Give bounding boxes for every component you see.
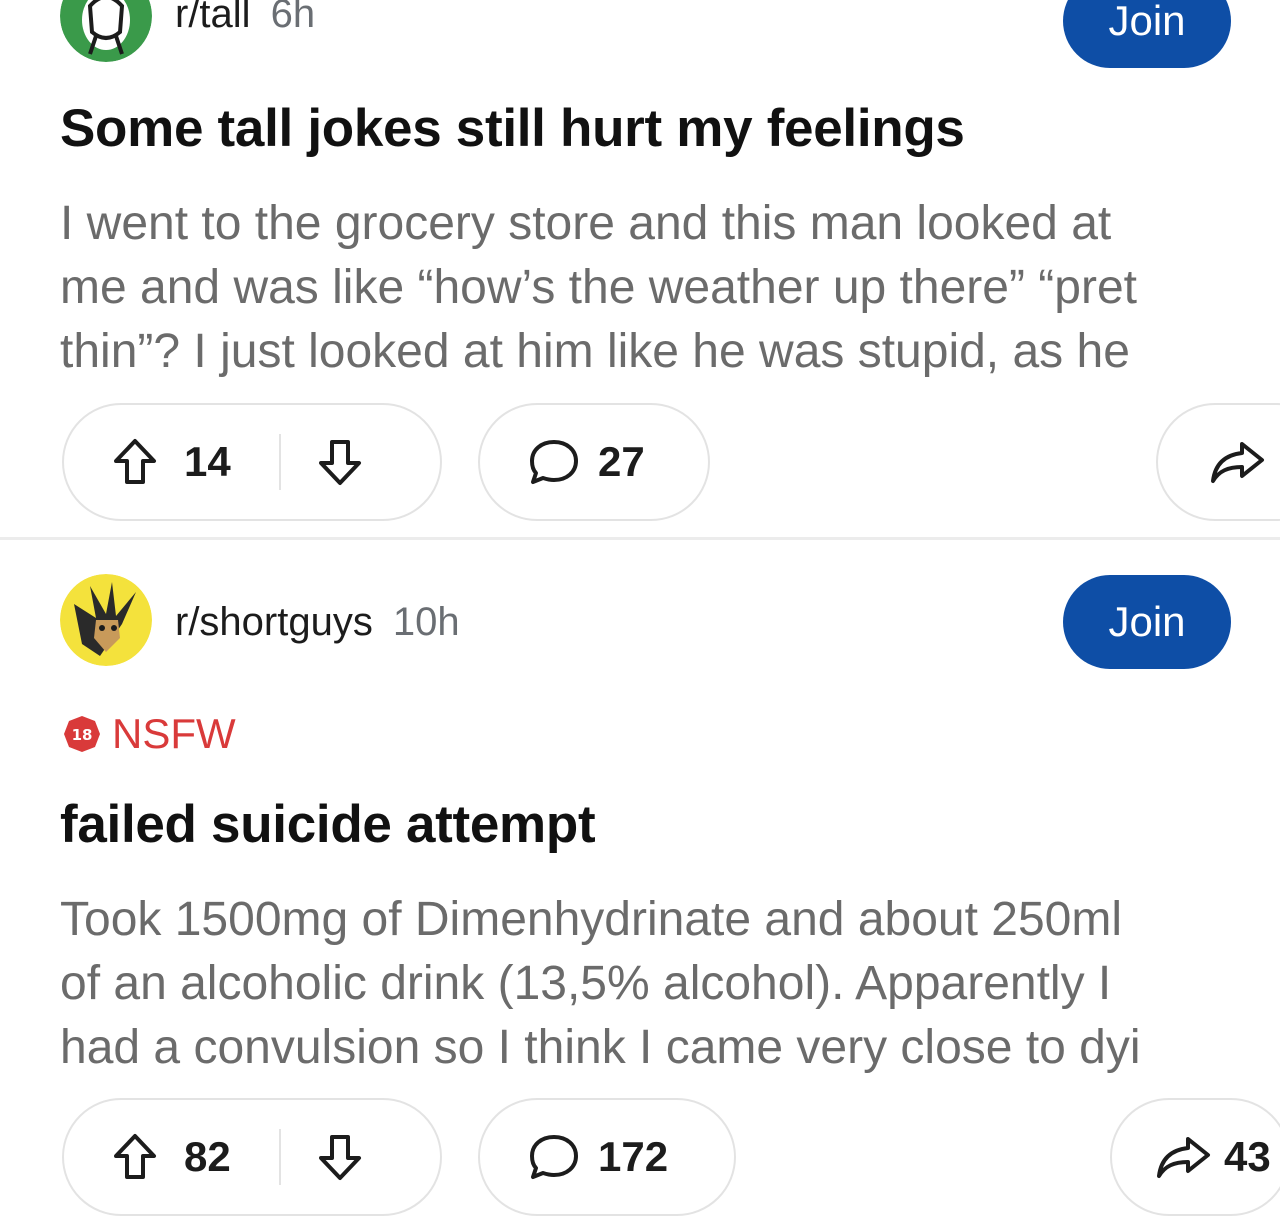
comment-count: 172 — [598, 1133, 669, 1180]
subreddit-avatar[interactable] — [60, 0, 152, 62]
post-title[interactable]: failed suicide attempt — [60, 794, 596, 855]
nsfw-badge-text: 18 — [72, 726, 93, 744]
comments-button[interactable]: 172 — [478, 1098, 736, 1216]
share-icon — [1154, 1133, 1212, 1181]
upvote-count: 14 — [184, 438, 231, 485]
tall-logo-icon — [60, 0, 152, 62]
upvote-icon[interactable] — [112, 437, 158, 487]
share-icon — [1208, 438, 1266, 486]
post-body-line: of an alcoholic drink (13,5% alcohol). A… — [60, 957, 1112, 1010]
vote-divider — [278, 1129, 281, 1185]
subreddit-avatar[interactable] — [60, 574, 152, 666]
share-button[interactable] — [1156, 403, 1280, 521]
comments-button[interactable]: 27 — [478, 403, 710, 521]
post-time: 10h — [392, 600, 460, 644]
upvote-icon[interactable] — [112, 1132, 158, 1182]
subreddit-name[interactable]: r/tall — [175, 0, 251, 37]
vote-pill: 82 — [62, 1098, 442, 1216]
downvote-icon[interactable] — [317, 437, 363, 487]
post-meta: r/tall 6h — [175, 0, 315, 37]
post-body-line: had a convulsion so I think I came very … — [60, 1021, 1141, 1074]
upvote-count: 82 — [184, 1133, 231, 1180]
post-time: 6h — [270, 0, 316, 36]
vote-divider — [278, 434, 281, 490]
post-body-line: Took 1500mg of Dimenhydrinate and about … — [60, 893, 1122, 946]
nsfw-label: NSFW — [112, 710, 236, 757]
share-count: 43 — [1224, 1133, 1271, 1180]
shortguys-logo-icon — [60, 574, 152, 666]
share-button[interactable]: 43 — [1110, 1098, 1280, 1216]
downvote-icon[interactable] — [317, 1132, 363, 1182]
comment-count: 27 — [598, 438, 645, 485]
nsfw-18-icon: 18 — [62, 714, 102, 754]
feed: r/tall 6h Join Some tall jokes still hur… — [0, 0, 1280, 1224]
comment-icon — [528, 1132, 580, 1182]
subreddit-name[interactable]: r/shortguys — [175, 600, 373, 645]
post-body-line: I went to the grocery store and this man… — [60, 197, 1112, 250]
join-button[interactable]: Join — [1063, 0, 1231, 68]
vote-pill: 14 — [62, 403, 442, 521]
post-meta: r/shortguys 10h — [175, 600, 460, 645]
join-button[interactable]: Join — [1063, 575, 1231, 669]
comment-icon — [528, 437, 580, 487]
post-separator — [0, 537, 1280, 540]
post-body-line: me and was like “how’s the weather up th… — [60, 261, 1137, 314]
post-body[interactable]: Took 1500mg of Dimenhydrinate and about … — [60, 888, 1280, 1080]
nsfw-tag: 18 NSFW — [62, 710, 236, 758]
post-body[interactable]: I went to the grocery store and this man… — [60, 192, 1280, 384]
post-title[interactable]: Some tall jokes still hurt my feelings — [60, 98, 965, 159]
post-body-line: thin”? I just looked at him like he was … — [60, 325, 1130, 378]
